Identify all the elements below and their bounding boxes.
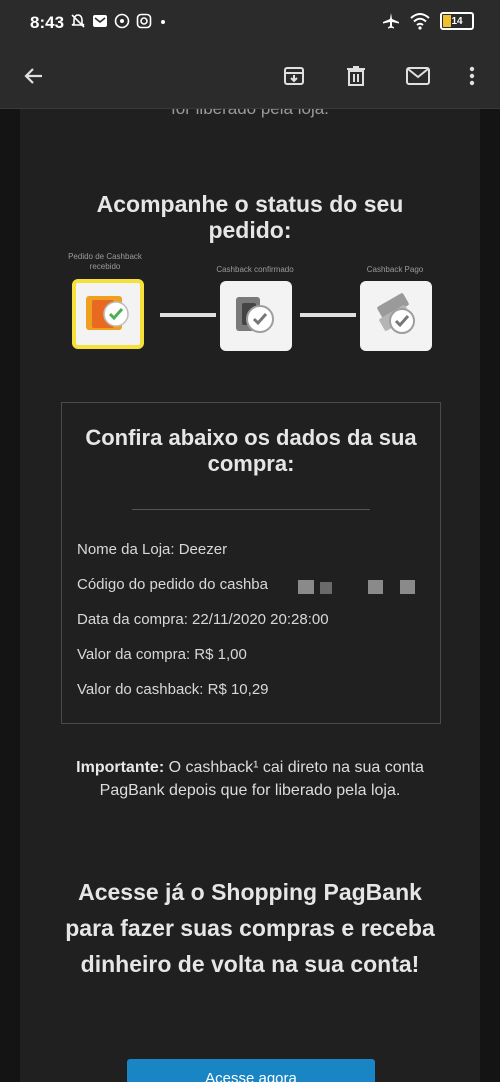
purchase-value-row: Valor da compra: R$ 1,00 — [77, 646, 247, 663]
important-note: Importante: O cashback¹ cai direto na su… — [60, 756, 440, 802]
back-arrow-icon — [24, 68, 42, 84]
redacted-block — [298, 580, 314, 594]
track-status-title: Acompanhe o status do seu pedido: — [96, 191, 404, 243]
mail-icon — [93, 15, 107, 27]
mail-icon — [406, 67, 430, 85]
email-body: for liberado pela loja. Acompanhe o stat… — [20, 109, 480, 1082]
store-name-row: Nome da Loja: Deezer — [77, 541, 228, 558]
archive-button[interactable] — [276, 58, 312, 94]
airplane-icon — [383, 13, 399, 29]
delete-button[interactable] — [338, 58, 374, 94]
cashback-paid-icon — [377, 293, 415, 334]
step-connector-2 — [300, 313, 356, 317]
step-connector-1 — [160, 313, 216, 317]
important-label: Importante: — [76, 759, 165, 776]
shopping-cta-text: Acesse já o Shopping PagBank para fazer … — [65, 879, 435, 977]
redacted-block — [400, 580, 415, 594]
step-label-paid: Cashback Pago — [366, 265, 424, 274]
whatsapp-icon — [114, 13, 130, 29]
mark-unread-button[interactable] — [400, 58, 436, 94]
trash-icon — [347, 66, 365, 86]
step-confirmed — [220, 281, 292, 351]
battery-icon: 14 — [440, 12, 474, 30]
cashback-value-row: Valor do cashback: R$ 10,29 — [77, 681, 269, 698]
status-time: 8:43 — [30, 13, 65, 32]
battery-level: 14 — [451, 15, 463, 27]
more-vert-icon — [469, 66, 475, 86]
dot-icon — [161, 20, 165, 24]
status-tracker: Pedido de Cashback recebido Cashback con… — [20, 249, 480, 359]
status-bar: 8:43 14 — [0, 0, 500, 44]
previous-text-fragment: for liberado pela loja. — [20, 109, 480, 119]
step-label-received: Pedido de Cashback recebido — [68, 252, 142, 271]
details-divider — [132, 509, 370, 510]
redacted-block — [320, 582, 332, 594]
redacted-block — [368, 580, 383, 594]
more-options-button[interactable] — [454, 58, 490, 94]
access-now-button[interactable]: Acesse agora — [127, 1059, 375, 1082]
system-icons: 14 — [382, 12, 474, 30]
cashback-confirmed-icon — [236, 297, 274, 333]
order-code-row: Código do pedido do cashba — [77, 576, 268, 593]
step-label-confirmed: Cashback confirmado — [216, 265, 294, 274]
instagram-icon — [136, 13, 152, 29]
purchase-details-box: Confira abaixo os dados da sua compra: N… — [61, 402, 441, 724]
mute-icon — [71, 14, 85, 28]
back-button[interactable] — [16, 58, 52, 94]
step-paid — [360, 281, 432, 351]
details-title: Confira abaixo os dados da sua compra: — [85, 425, 417, 476]
step-received — [72, 279, 144, 349]
wifi-icon — [410, 13, 430, 30]
archive-icon — [284, 67, 304, 85]
purchase-date-row: Data da compra: 22/11/2020 20:28:00 — [77, 611, 329, 628]
app-toolbar — [0, 44, 500, 109]
notification-icons — [70, 13, 168, 29]
cashback-received-icon — [86, 296, 129, 330]
